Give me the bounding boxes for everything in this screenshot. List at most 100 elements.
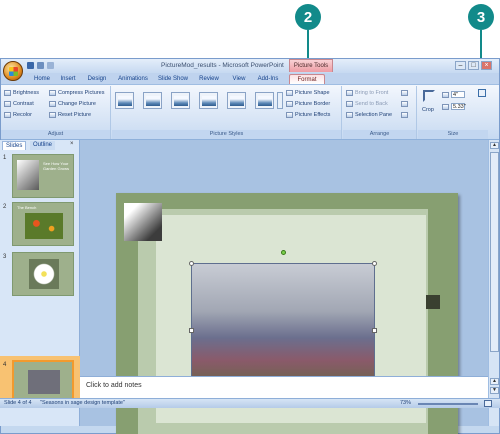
style-thumb-3[interactable] <box>171 92 190 109</box>
slide-right-strip <box>426 295 440 309</box>
picture-border-button[interactable]: Picture Border <box>286 100 330 108</box>
tab-format[interactable]: Format <box>289 74 325 84</box>
scroll-up-icon[interactable]: ▲ <box>490 142 499 149</box>
contrast-icon <box>4 101 11 107</box>
style-thumb-4[interactable] <box>199 92 218 109</box>
crop-icon[interactable] <box>423 90 435 102</box>
slide2-photo <box>25 213 63 239</box>
tab-view[interactable]: View <box>229 74 249 84</box>
slide1-photo <box>17 160 39 190</box>
shape-label: Picture Shape <box>295 90 330 96</box>
maximize-button[interactable]: □ <box>468 61 479 70</box>
rotate-icon[interactable] <box>401 112 408 118</box>
bring-to-front-button[interactable]: Bring to Front <box>346 89 388 97</box>
callout-3: 3 <box>468 4 494 30</box>
change-picture-button[interactable]: Change Picture <box>49 100 96 108</box>
height-field[interactable]: 4" <box>451 91 465 98</box>
window-title: PictureMod_results - Microsoft PowerPoin… <box>161 62 284 69</box>
resize-handle-r[interactable] <box>372 328 377 333</box>
ribbon-tabs: Home Insert Design Animations Slide Show… <box>1 73 499 84</box>
pane-close-icon[interactable]: × <box>70 141 74 147</box>
border-label: Picture Border <box>295 101 331 107</box>
picture-shape-button[interactable]: Picture Shape <box>286 89 330 97</box>
undo-icon[interactable] <box>37 62 44 69</box>
slide3-photo <box>29 259 59 289</box>
resize-handle-tr[interactable] <box>372 261 377 266</box>
selection-pane-button[interactable]: Selection Pane <box>346 111 392 119</box>
slide1-text: See How Your Garden Grows <box>43 161 70 171</box>
contrast-button[interactable]: Contrast <box>4 100 34 108</box>
group-arrange: Bring to Front Send to Back Selection Pa… <box>343 86 417 139</box>
brightness-icon <box>4 90 11 96</box>
height-icon <box>442 92 449 98</box>
size-dialog-launcher-button[interactable] <box>478 89 486 97</box>
prev-slide-icon[interactable]: ▲ <box>490 378 499 385</box>
corner-photo <box>124 203 162 241</box>
notes-placeholder: Click to add notes <box>86 382 142 389</box>
redo-icon[interactable] <box>47 62 54 69</box>
picture-effects-button[interactable]: Picture Effects <box>286 111 330 119</box>
vertical-scrollbar[interactable]: ▲ ▲ ▼ <box>488 140 499 426</box>
brightness-button[interactable]: Brightness <box>4 89 39 97</box>
effects-label: Picture Effects <box>295 112 331 118</box>
brightness-label: Brightness <box>13 90 39 96</box>
styles-more-button[interactable] <box>277 92 283 109</box>
style-thumb-1[interactable] <box>115 92 134 109</box>
slide-number-4: 4 <box>3 362 7 368</box>
tab-add-ins[interactable]: Add-Ins <box>255 74 281 84</box>
group-icon[interactable] <box>401 101 408 107</box>
send-back-icon <box>346 101 353 107</box>
style-thumb-6[interactable] <box>255 92 274 109</box>
office-logo-icon <box>9 67 18 76</box>
resize-handle-tl[interactable] <box>189 261 194 266</box>
close-button[interactable]: × <box>481 61 492 70</box>
compress-icon <box>49 90 56 96</box>
rotate-handle[interactable] <box>281 250 286 255</box>
tab-animations[interactable]: Animations <box>115 74 151 84</box>
change-picture-icon <box>49 101 56 107</box>
change-label: Change Picture <box>58 101 96 107</box>
tab-home[interactable]: Home <box>31 74 53 84</box>
tab-design[interactable]: Design <box>85 74 109 84</box>
slide-thumb-2[interactable]: The Bench <box>12 202 74 246</box>
callout-2: 2 <box>295 4 321 30</box>
group-picture-styles: Picture Shape Picture Border Picture Eff… <box>112 86 342 139</box>
selection-pane-icon <box>346 112 353 118</box>
slide-thumb-4[interactable] <box>12 360 74 404</box>
width-field[interactable]: 5.33" <box>451 103 466 110</box>
tab-insert[interactable]: Insert <box>57 74 79 84</box>
slide-thumb-1[interactable]: See How Your Garden Grows <box>12 154 74 198</box>
reset-picture-button[interactable]: Reset Picture <box>49 111 91 119</box>
border-icon <box>286 101 293 107</box>
tab-slide-show[interactable]: Slide Show <box>157 74 189 84</box>
tab-review[interactable]: Review <box>196 74 222 84</box>
pane-label: Selection Pane <box>355 112 392 118</box>
slides-pane: Slides Outline × 1 See How Your Garden G… <box>0 140 80 426</box>
tab-outline[interactable]: Outline <box>30 141 56 150</box>
next-slide-icon[interactable]: ▼ <box>490 387 499 394</box>
style-thumb-2[interactable] <box>143 92 162 109</box>
office-button[interactable] <box>3 61 23 81</box>
recolor-button[interactable]: Recolor <box>4 111 32 119</box>
compress-label: Compress Pictures <box>58 90 105 96</box>
send-to-back-button[interactable]: Send to Back <box>346 100 388 108</box>
scroll-thumb[interactable] <box>490 152 499 352</box>
minimize-button[interactable]: – <box>455 61 466 70</box>
title-bar: PictureMod_results - Microsoft PowerPoin… <box>1 59 499 73</box>
resize-handle-l[interactable] <box>189 328 194 333</box>
recolor-icon <box>4 112 11 118</box>
front-label: Bring to Front <box>355 90 389 96</box>
size-group-label: Size <box>418 130 488 139</box>
arrange-group-label: Arrange <box>343 130 416 139</box>
slide-number-3: 3 <box>3 254 7 260</box>
tab-slides[interactable]: Slides <box>2 141 27 150</box>
style-thumb-5[interactable] <box>227 92 246 109</box>
notes-pane[interactable]: Click to add notes <box>80 376 488 398</box>
slide-thumb-3[interactable] <box>12 252 74 296</box>
group-adjust: Brightness Contrast Recolor Compress Pic… <box>1 86 111 139</box>
save-icon[interactable] <box>27 62 34 69</box>
recolor-label: Recolor <box>13 112 32 118</box>
align-icon[interactable] <box>401 90 408 96</box>
crop-label[interactable]: Crop <box>422 106 434 114</box>
compress-pictures-button[interactable]: Compress Pictures <box>49 89 104 97</box>
